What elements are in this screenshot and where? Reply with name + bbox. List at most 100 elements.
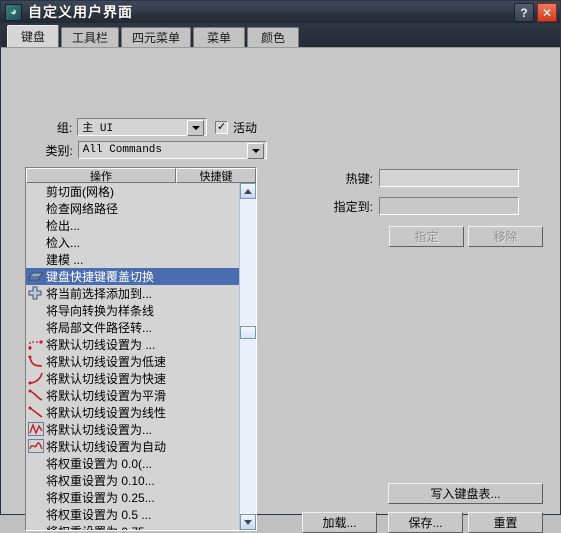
tangent-linear-icon xyxy=(28,405,44,420)
list-item[interactable]: 检入... xyxy=(26,234,239,251)
list-item[interactable]: 将权重设置为 0.10... xyxy=(26,472,239,489)
list-item-label: 检出... xyxy=(46,219,81,233)
hotkey-input[interactable] xyxy=(379,169,519,187)
column-header-shortcut[interactable]: 快捷键 xyxy=(176,168,256,183)
group-value: 主 UI xyxy=(82,123,114,135)
list-item-label: 将默认切线设置为平滑 xyxy=(46,389,167,403)
no-icon xyxy=(28,184,44,199)
category-combobox[interactable]: All Commands xyxy=(77,141,267,159)
list-item[interactable]: 剪切面(网格) xyxy=(26,183,239,200)
assigned-to-field xyxy=(379,197,519,215)
list-item[interactable]: 将权重设置为 0.25... xyxy=(26,489,239,506)
tab-strip: 键盘 工具栏 四元菜单 菜单 颜色 xyxy=(1,23,560,47)
list-item[interactable]: 将默认切线设置为线性 xyxy=(26,404,239,421)
tangent-smooth-icon xyxy=(28,388,44,403)
help-button[interactable]: ? xyxy=(514,3,534,22)
tab-colors[interactable]: 颜色 xyxy=(247,27,300,47)
no-icon xyxy=(28,252,44,267)
no-icon xyxy=(28,201,44,216)
list-item-label: 将默认切线设置为快速 xyxy=(46,372,167,386)
category-label: 类别: xyxy=(45,143,73,158)
command-items: 剪切面(网格) 检查网络路径 检出... 检入... 建模 ... 键盘快捷键覆盖切换 将当… xyxy=(26,183,239,530)
no-icon xyxy=(28,490,44,505)
column-header-operation[interactable]: 操作 xyxy=(26,168,176,183)
list-item[interactable]: 检查网络路径 xyxy=(26,200,239,217)
no-icon xyxy=(28,473,44,488)
group-combobox[interactable]: 主 UI xyxy=(77,118,208,136)
tangent-fast-icon xyxy=(28,371,44,386)
tab-quad-menu[interactable]: 四元菜单 xyxy=(121,27,192,47)
tangent-step-icon xyxy=(28,337,44,352)
remove-button[interactable]: 移除 xyxy=(468,226,543,247)
list-item-label: 将局部文件路径转... xyxy=(46,321,153,335)
plus-icon xyxy=(28,286,44,301)
reset-button[interactable]: 重置 xyxy=(468,512,543,533)
list-item-label: 将默认切线设置为线性 xyxy=(46,406,167,420)
list-item-label: 键盘快捷键覆盖切换 xyxy=(46,270,155,284)
list-item[interactable]: 将默认切线设置为快速 xyxy=(26,370,239,387)
list-item[interactable]: 将默认切线设置为... xyxy=(26,421,239,438)
list-item[interactable]: 检出... xyxy=(26,217,239,234)
write-keyboard-chart-button[interactable]: 写入键盘表... xyxy=(388,483,543,504)
list-item-label: 将默认切线设置为自动 xyxy=(46,440,167,454)
no-icon xyxy=(28,235,44,250)
scroll-up-icon[interactable] xyxy=(240,183,256,199)
active-checkbox[interactable]: ✓ xyxy=(215,120,228,134)
load-button[interactable]: 加载... xyxy=(302,512,377,533)
list-item[interactable]: 将局部文件路径转... xyxy=(26,319,239,336)
list-item-label: 将权重设置为 0.25... xyxy=(46,491,155,505)
list-item-label: 建模 ... xyxy=(46,253,84,267)
list-inner: 剪切面(网格) 检查网络路径 检出... 检入... 建模 ... 键盘快捷键覆盖切换 将当… xyxy=(26,183,256,530)
scroll-down-icon[interactable] xyxy=(240,514,256,530)
list-header: 操作 快捷键 xyxy=(26,168,256,183)
no-icon xyxy=(28,320,44,335)
list-item[interactable]: 将当前选择添加到... xyxy=(26,285,239,302)
spiral-icon: ◕ xyxy=(5,3,22,21)
command-listbox[interactable]: 操作 快捷键 剪切面(网格) 检查网络路径 检出... 检入... 建模 ... 键盘快捷… xyxy=(25,167,257,531)
list-item-label: 将默认切线设置为低速 xyxy=(46,355,167,369)
active-checkbox-label: 活动 xyxy=(233,120,258,135)
list-item-label: 将权重设置为 0.75... xyxy=(46,523,155,530)
assigned-to-label: 指定到: xyxy=(333,199,373,214)
list-item[interactable]: 将默认切线设置为平滑 xyxy=(26,387,239,404)
scrollbar-thumb[interactable] xyxy=(240,325,256,339)
tab-toolbar[interactable]: 工具栏 xyxy=(61,27,120,47)
chevron-down-icon[interactable] xyxy=(187,120,205,136)
title-bar[interactable]: ◕ 自定义用户界面 ? ✕ xyxy=(1,1,560,23)
list-item-label: 将权重设置为 0.10... xyxy=(46,474,155,488)
list-item-label: 检查网络路径 xyxy=(46,202,119,216)
list-item[interactable]: 将默认切线设置为 ... xyxy=(26,336,239,353)
list-scrollbar[interactable] xyxy=(239,183,256,530)
category-value: All Commands xyxy=(82,144,163,156)
close-button[interactable]: ✕ xyxy=(537,3,557,22)
no-icon xyxy=(28,456,44,471)
tangent-auto-icon xyxy=(28,439,44,454)
no-icon xyxy=(28,218,44,233)
list-item-label: 将默认切线设置为 ... xyxy=(46,338,156,352)
list-item[interactable]: 键盘快捷键覆盖切换 xyxy=(26,268,239,285)
list-item[interactable]: 将权重设置为 0.0(... xyxy=(26,455,239,472)
keyboard-icon xyxy=(27,269,45,284)
chevron-down-icon[interactable] xyxy=(247,143,264,159)
hotkey-row: 热键: xyxy=(321,169,519,187)
tab-keyboard[interactable]: 键盘 xyxy=(7,25,59,47)
list-item-label: 检入... xyxy=(46,236,81,250)
window-title: 自定义用户界面 xyxy=(28,4,133,20)
save-button[interactable]: 保存... xyxy=(388,512,463,533)
list-item[interactable]: 将权重设置为 0.75... xyxy=(26,523,239,530)
list-item[interactable]: 将默认切线设置为自动 xyxy=(26,438,239,455)
group-label: 组: xyxy=(56,120,73,135)
list-item[interactable]: 将导向转换为样条线 xyxy=(26,302,239,319)
list-item-label: 将导向转换为样条线 xyxy=(46,304,155,318)
customize-ui-dialog: ◕ 自定义用户界面 ? ✕ 键盘 工具栏 四元菜单 菜单 颜色 组: 主 UI … xyxy=(0,0,561,533)
tangent-custom-icon xyxy=(28,422,44,437)
no-icon xyxy=(28,303,44,318)
assigned-to-row: 指定到: xyxy=(321,197,519,215)
tab-menu[interactable]: 菜单 xyxy=(193,27,246,47)
window-controls: ? ✕ xyxy=(514,3,557,22)
list-item[interactable]: 将默认切线设置为低速 xyxy=(26,353,239,370)
dialog-body: 组: 主 UI ✓ 活动 类别: All Commands 操作 快捷键 剪切面… xyxy=(1,47,560,533)
list-item[interactable]: 建模 ... xyxy=(26,251,239,268)
group-row: 组: 主 UI ✓ 活动 xyxy=(27,118,257,136)
assign-button[interactable]: 指定 xyxy=(389,226,464,247)
